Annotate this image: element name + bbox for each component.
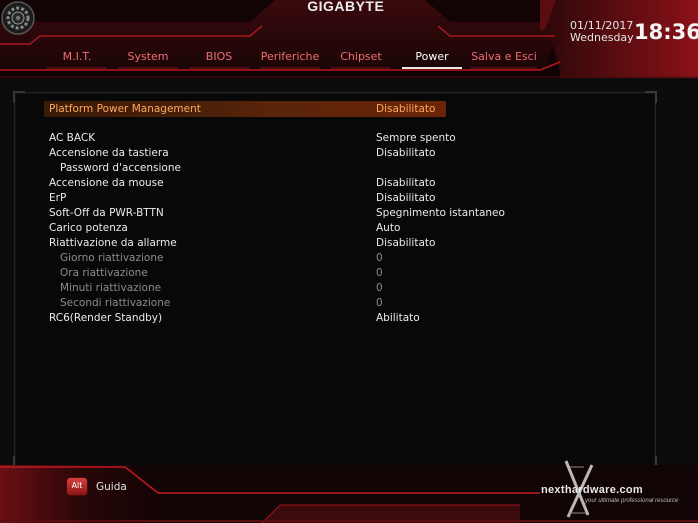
setting-label: Accensione da mouse — [49, 177, 164, 189]
setting-platform-power-management[interactable]: Platform Power Management Disabilitato — [44, 101, 446, 117]
setting-secondi-riattivazione: Secondi riattivazione 0 — [49, 296, 469, 311]
setting-value: Abilitato — [376, 312, 420, 324]
panel-corner — [13, 91, 25, 103]
tab-mit[interactable]: M.I.T. — [47, 49, 107, 69]
setting-accensione-da-mouse[interactable]: Accensione da mouse Disabilitato — [49, 176, 469, 191]
setting-accensione-da-tastiera[interactable]: Accensione da tastiera Disabilitato — [49, 146, 469, 161]
setting-giorno-riattivazione: Giorno riattivazione 0 — [49, 251, 469, 266]
setting-password-accensione[interactable]: Password d'accensione — [49, 161, 469, 176]
setting-label: Ora riattivazione — [60, 267, 148, 279]
setting-value: Disabilitato — [376, 177, 436, 189]
setting-value: Disabilitato — [376, 147, 436, 159]
setting-label: Platform Power Management — [49, 103, 201, 115]
setting-label: Carico potenza — [49, 222, 128, 234]
setting-riattivazione-da-allarme[interactable]: Riattivazione da allarme Disabilitato — [49, 236, 469, 251]
watermark-tagline: your ultimate professional resource — [585, 498, 679, 504]
setting-value: Spegnimento istantaneo — [376, 207, 505, 219]
setting-value: 0 — [376, 297, 383, 309]
setting-value: Disabilitato — [376, 237, 436, 249]
gear-icon — [1, 1, 35, 35]
setting-ora-riattivazione: Ora riattivazione 0 — [49, 266, 469, 281]
tab-chipset[interactable]: Chipset — [331, 49, 391, 69]
setting-carico-potenza[interactable]: Carico potenza Auto — [49, 221, 469, 236]
setting-value: Sempre spento — [376, 132, 456, 144]
header-bar: GIGABYTE™ M.I.T. System BIOS Periferiche… — [0, 0, 698, 78]
tab-bios[interactable]: BIOS — [189, 49, 249, 69]
setting-value: Disabilitato — [376, 103, 436, 115]
alt-key-icon[interactable]: Alt — [67, 478, 87, 495]
clock: 18:36 — [634, 20, 698, 44]
setting-erp[interactable]: ErP Disabilitato — [49, 191, 469, 206]
setting-rc6-render-standby[interactable]: RC6(Render Standby) Abilitato — [49, 311, 469, 326]
setting-label: Giorno riattivazione — [60, 252, 164, 264]
setting-label: Password d'accensione — [60, 162, 181, 174]
setting-value: 0 — [376, 282, 383, 294]
brand-logo: GIGABYTE™ — [307, 0, 391, 14]
setting-label: Accensione da tastiera — [49, 147, 169, 159]
setting-ac-back[interactable]: AC BACK Sempre spento — [49, 131, 469, 146]
setting-label: Riattivazione da allarme — [49, 237, 177, 249]
weekday-value: Wednesday — [570, 31, 634, 44]
setting-soft-off-pwr-bttn[interactable]: Soft-Off da PWR-BTTN Spegnimento istanta… — [49, 206, 505, 221]
setting-minuti-riattivazione: Minuti riattivazione 0 — [49, 281, 469, 296]
watermark-text: nexthardware.com — [541, 484, 644, 496]
setting-label: Minuti riattivazione — [60, 282, 162, 294]
setting-label: AC BACK — [49, 132, 96, 144]
setting-value: 0 — [376, 252, 383, 264]
tab-system[interactable]: System — [118, 49, 178, 69]
setting-value: 0 — [376, 267, 383, 279]
panel-corner — [645, 91, 657, 103]
setting-label: ErP — [49, 192, 67, 204]
setting-label: Soft-Off da PWR-BTTN — [49, 207, 164, 219]
setting-value: Disabilitato — [376, 192, 436, 204]
tab-periferiche[interactable]: Periferiche — [260, 49, 320, 69]
tab-salva-e-esci[interactable]: Salva e Esci — [471, 49, 537, 69]
setting-value: Auto — [376, 222, 401, 234]
date-display: 01/11/2017 Wednesday — [570, 20, 634, 44]
setting-label: RC6(Render Standby) — [49, 312, 163, 324]
help-label[interactable]: Guida — [96, 481, 127, 493]
tab-power[interactable]: Power — [402, 49, 462, 69]
setting-label: Secondi riattivazione — [60, 297, 171, 309]
